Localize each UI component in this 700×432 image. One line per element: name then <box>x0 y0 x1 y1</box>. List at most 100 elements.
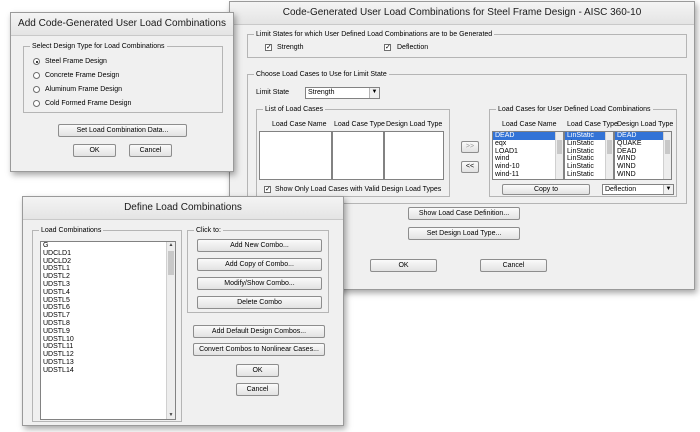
list-item[interactable]: LOAD1 <box>493 148 563 156</box>
define-load-combinations-dialog: Define Load Combinations Load Combinatio… <box>22 196 344 426</box>
selected-types-list[interactable]: LinStatic LinStatic LinStatic LinStatic … <box>564 131 614 180</box>
list-item[interactable]: UDCLD2 <box>41 258 175 266</box>
define-dialog-title: Define Load Combinations <box>23 197 343 220</box>
list-item[interactable]: UDSTL9 <box>41 328 175 336</box>
click-to-label: Click to: <box>194 226 223 235</box>
list-item[interactable]: UDSTL2 <box>41 273 175 281</box>
delete-combo-button[interactable]: Delete Combo <box>197 296 322 309</box>
convert-combos-nonlinear-button[interactable]: Convert Combos to Nonlinear Cases... <box>193 343 325 356</box>
scrollbar[interactable] <box>663 132 671 179</box>
add-new-combo-button[interactable]: Add New Combo... <box>197 239 322 252</box>
user-defined-cases-label: Load Cases for User Defined Load Combina… <box>496 105 653 114</box>
add-code-generated-dialog: Add Code-Generated User Load Combination… <box>10 12 234 172</box>
concrete-frame-radio[interactable] <box>33 72 40 79</box>
scroll-thumb[interactable] <box>665 140 670 154</box>
selected-names-list[interactable]: DEAD eqx LOAD1 wind wind-10 wind-11 <box>492 131 564 180</box>
load-combinations-label: Load Combinations <box>39 226 104 235</box>
scroll-up-icon[interactable]: ▲ <box>167 242 175 249</box>
scrollbar[interactable]: ▲ ▼ <box>166 242 175 419</box>
design-type-group: Select Design Type for Load Combinations… <box>23 42 223 113</box>
list-item[interactable]: G <box>41 242 175 250</box>
list-of-load-cases-group: List of Load Cases Load Case Name Load C… <box>256 105 450 197</box>
ok-button[interactable]: OK <box>236 364 279 377</box>
list-item[interactable]: UDSTL5 <box>41 297 175 305</box>
selected-design-types-list[interactable]: DEAD QUAKE DEAD WIND WIND WIND <box>614 131 672 180</box>
concrete-frame-label: Concrete Frame Design <box>45 72 120 79</box>
show-load-case-definition-button[interactable]: Show Load Case Definition... <box>408 207 520 220</box>
list-item[interactable]: UDCLD1 <box>41 250 175 258</box>
cold-formed-frame-radio[interactable] <box>33 100 40 107</box>
col-design-load-type: Design Load Type <box>386 121 443 128</box>
scroll-thumb[interactable] <box>557 140 562 154</box>
add-copy-combo-button[interactable]: Add Copy of Combo... <box>197 258 322 271</box>
available-names-list[interactable] <box>259 131 332 180</box>
list-item[interactable]: UDSTL4 <box>41 289 175 297</box>
set-design-load-type-button[interactable]: Set Design Load Type... <box>408 227 520 240</box>
deflection-checkbox[interactable]: ✓ <box>384 44 391 51</box>
chevron-down-icon: ▼ <box>663 185 673 194</box>
aluminum-frame-radio[interactable] <box>33 86 40 93</box>
list-item[interactable]: UDSTL8 <box>41 320 175 328</box>
list-item[interactable]: UDSTL7 <box>41 312 175 320</box>
list-item[interactable]: UDSTL10 <box>41 336 175 344</box>
user-defined-cases-group: Load Cases for User Defined Load Combina… <box>489 105 677 197</box>
limit-state-value: Strength <box>308 89 335 96</box>
modify-show-combo-button[interactable]: Modify/Show Combo... <box>197 277 322 290</box>
add-cases-button[interactable]: >> <box>461 141 479 153</box>
remove-cases-button[interactable]: << <box>461 161 479 173</box>
set-load-combination-data-button[interactable]: Set Load Combination Data... <box>58 124 187 137</box>
copy-to-button[interactable]: Copy to <box>502 184 590 195</box>
copy-to-select[interactable]: Deflection ▼ <box>602 184 674 195</box>
strength-checkbox[interactable]: ✓ <box>265 44 272 51</box>
list-item[interactable]: DEAD <box>493 132 563 140</box>
list-item[interactable]: UDSTL13 <box>41 359 175 367</box>
list-item[interactable]: UDSTL14 <box>41 367 175 375</box>
load-combinations-list[interactable]: G UDCLD1 UDCLD2 UDSTL1 UDSTL2 UDSTL3 UDS… <box>40 241 176 420</box>
show-only-label: Show Only Load Cases with Valid Design L… <box>275 186 442 193</box>
list-item[interactable]: UDSTL1 <box>41 265 175 273</box>
list-item[interactable]: wind-10 <box>493 163 563 171</box>
list-item[interactable]: UDSTL3 <box>41 281 175 289</box>
click-to-group: Click to: Add New Combo... Add Copy of C… <box>187 226 329 313</box>
ok-button[interactable]: OK <box>73 144 116 157</box>
available-design-types-list[interactable] <box>384 131 444 180</box>
list-of-load-cases-label: List of Load Cases <box>263 105 325 114</box>
strength-label: Strength <box>277 44 304 51</box>
available-types-list[interactable] <box>332 131 384 180</box>
list-item[interactable]: wind <box>493 155 563 163</box>
scroll-thumb[interactable] <box>607 140 612 154</box>
list-item[interactable]: UDSTL6 <box>41 304 175 312</box>
add-dialog-title: Add Code-Generated User Load Combination… <box>11 13 233 36</box>
design-type-label: Select Design Type for Load Combinations <box>30 42 167 51</box>
list-item[interactable]: wind-11 <box>493 171 563 179</box>
cold-formed-frame-label: Cold Formed Frame Design <box>45 100 132 107</box>
deflection-label: Deflection <box>397 44 429 51</box>
choose-load-cases-group: Choose Load Cases to Use for Limit State… <box>247 70 687 204</box>
steel-frame-label: Steel Frame Design <box>45 58 107 65</box>
cancel-button[interactable]: Cancel <box>480 259 547 272</box>
scroll-thumb[interactable] <box>168 251 174 275</box>
limit-states-group: Limit States for which User Defined Load… <box>247 30 687 58</box>
aluminum-frame-label: Aluminum Frame Design <box>45 86 123 93</box>
add-default-design-combos-button[interactable]: Add Default Design Combos... <box>193 325 325 338</box>
ok-button[interactable]: OK <box>370 259 437 272</box>
cancel-button[interactable]: Cancel <box>236 383 279 396</box>
scrollbar[interactable] <box>605 132 613 179</box>
show-only-checkbox[interactable]: ✓ <box>264 186 271 193</box>
steel-frame-radio[interactable] <box>33 58 40 65</box>
load-combinations-group: Load Combinations G UDCLD1 UDCLD2 UDSTL1… <box>32 226 182 422</box>
cancel-button[interactable]: Cancel <box>129 144 172 157</box>
limit-states-label: Limit States for which User Defined Load… <box>254 30 495 39</box>
chevron-down-icon: ▼ <box>369 88 379 98</box>
steel-dialog-title: Code-Generated User Load Combinations fo… <box>230 2 694 25</box>
col-load-case-name: Load Case Name <box>272 121 327 128</box>
list-item[interactable]: eqx <box>493 140 563 148</box>
copy-to-value: Deflection <box>605 186 637 193</box>
scrollbar[interactable] <box>555 132 563 179</box>
col-load-case-type: Load Case Type <box>567 121 618 128</box>
list-item[interactable]: UDSTL11 <box>41 343 175 351</box>
col-load-case-type: Load Case Type <box>334 121 385 128</box>
scroll-down-icon[interactable]: ▼ <box>167 412 175 419</box>
list-item[interactable]: UDSTL12 <box>41 351 175 359</box>
limit-state-select[interactable]: Strength ▼ <box>305 87 380 99</box>
